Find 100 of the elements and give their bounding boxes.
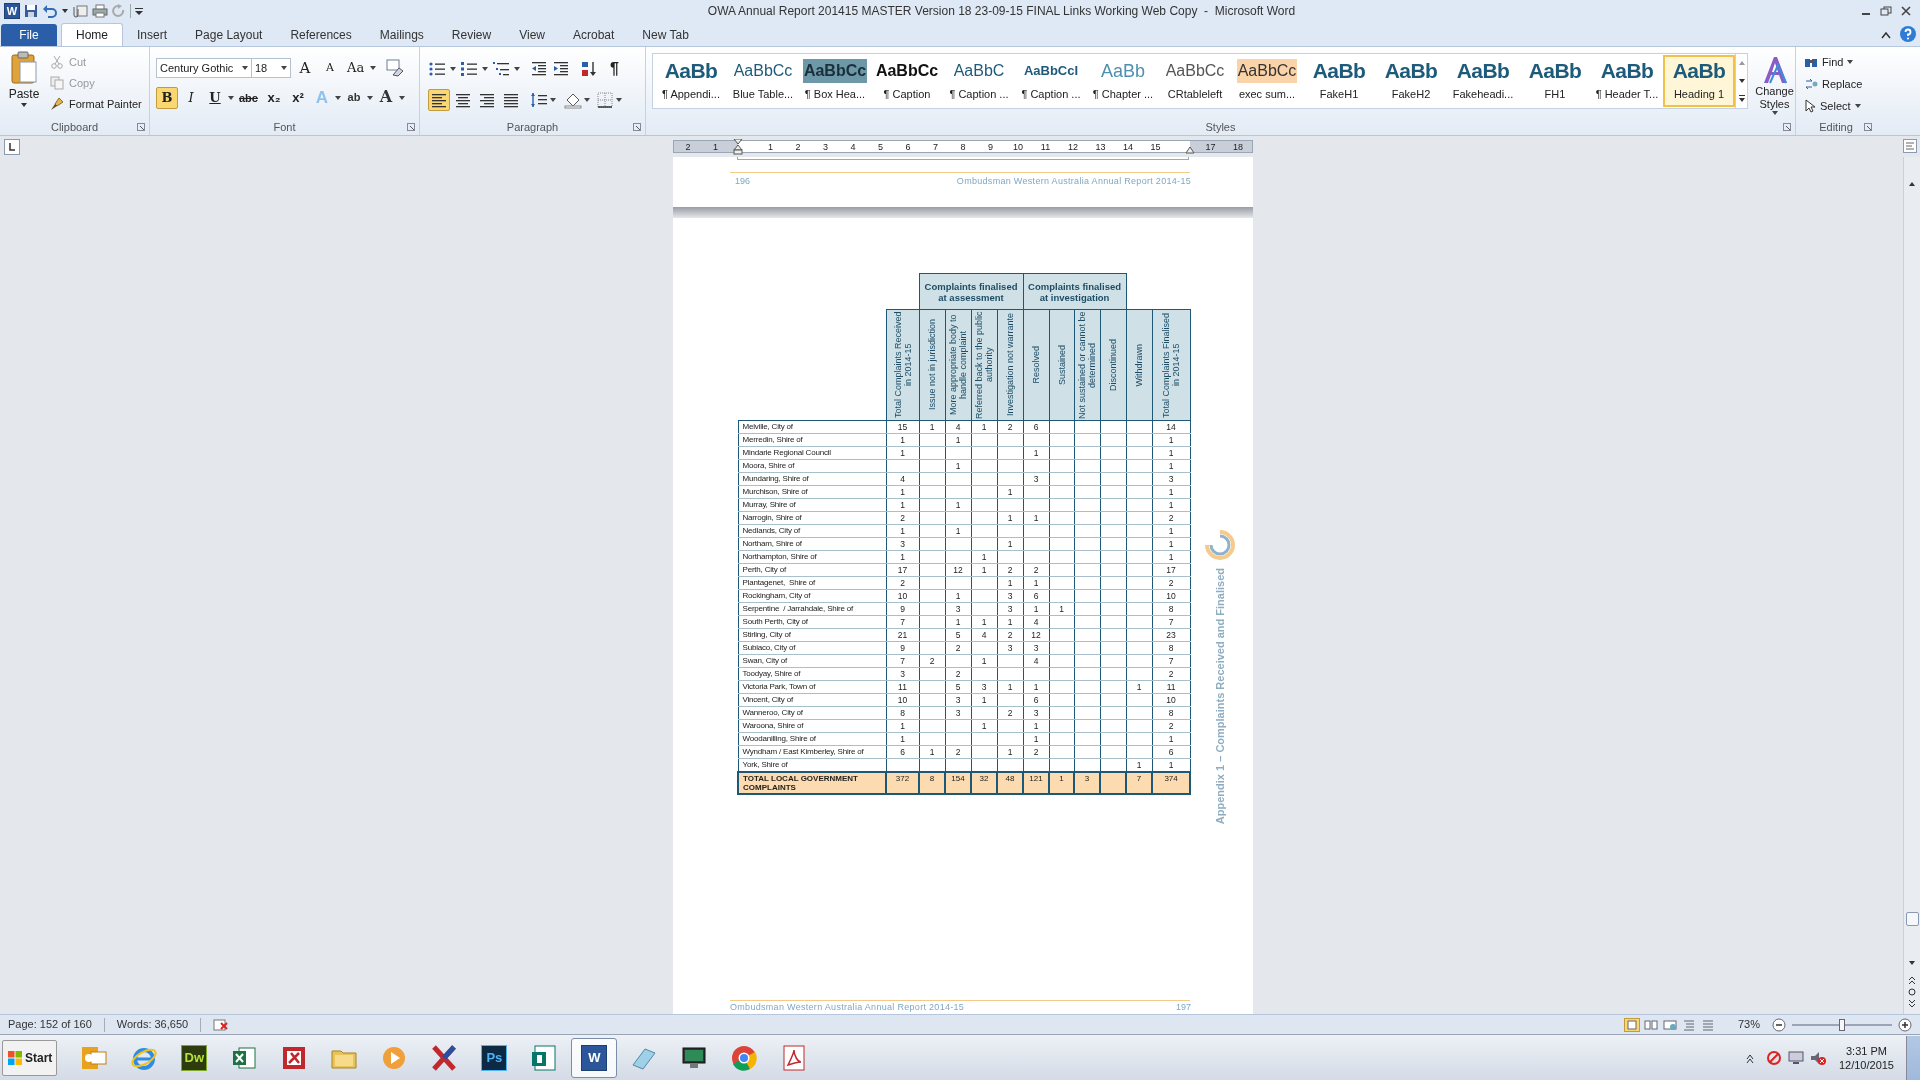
undo-icon[interactable] — [42, 4, 58, 18]
zoom-level[interactable]: 73% — [1737, 1016, 1760, 1033]
dropdown-caret-icon[interactable] — [62, 9, 68, 13]
bold-button[interactable]: B — [156, 87, 178, 109]
subscript-button[interactable]: x₂ — [262, 87, 285, 109]
style-item[interactable]: AaBb FakeH1 — [1303, 55, 1375, 107]
shrink-font-button[interactable]: A — [319, 57, 341, 79]
style-item[interactable]: AaBb FH1 — [1519, 55, 1591, 107]
taskbar-app-button[interactable]: Dw — [171, 1037, 218, 1078]
superscript-button[interactable]: x² — [286, 87, 309, 109]
customize-toolbar-icon[interactable] — [135, 7, 143, 15]
show-formatting-button[interactable]: ¶ — [610, 57, 619, 81]
ribbon-tab[interactable]: Home — [61, 23, 123, 46]
close-icon[interactable] — [1900, 6, 1912, 16]
select-button[interactable]: Select — [1804, 97, 1876, 115]
save-icon[interactable] — [24, 4, 38, 18]
dropdown-caret-icon[interactable] — [370, 66, 377, 70]
scrollbar-thumb[interactable] — [1905, 912, 1919, 926]
dropdown-caret-icon[interactable] — [1854, 104, 1861, 108]
dropdown-caret-icon[interactable] — [366, 96, 373, 100]
full-screen-reading-icon[interactable] — [1642, 1017, 1659, 1032]
replace-button[interactable]: Replace — [1804, 75, 1876, 93]
dropdown-caret-icon[interactable] — [550, 98, 556, 102]
vertical-scrollbar[interactable] — [1903, 157, 1920, 1014]
print-layout-icon[interactable] — [1623, 1017, 1640, 1032]
dropdown-caret-icon[interactable] — [450, 67, 456, 71]
restore-icon[interactable] — [1880, 6, 1892, 16]
web-layout-icon[interactable] — [1661, 1017, 1678, 1032]
dialog-launcher-icon[interactable] — [137, 123, 145, 131]
style-item[interactable]: AaBb ¶ Header T... — [1591, 55, 1663, 107]
decrease-indent-icon[interactable] — [530, 60, 548, 78]
font-name-field[interactable]: Century Gothic — [156, 58, 252, 78]
change-case-button[interactable]: Aa — [344, 57, 368, 79]
dialog-launcher-icon[interactable] — [633, 123, 641, 131]
horizontal-ruler[interactable]: 2 1 1 2 3 4 5 6 7 8 9 10 11 12 13 14 15 17 18 — [673, 140, 1253, 153]
tab-selector-icon[interactable] — [4, 139, 20, 155]
ribbon-tab[interactable]: Page Layout — [181, 23, 277, 46]
ribbon-tab[interactable]: Acrobat — [558, 23, 629, 46]
line-spacing-icon[interactable] — [530, 91, 548, 109]
indent-marker-icon[interactable] — [733, 139, 743, 155]
sort-icon[interactable] — [580, 60, 598, 78]
start-button[interactable]: Start — [2, 1039, 58, 1076]
ribbon-tab[interactable]: View — [505, 23, 559, 46]
file-tab[interactable]: File — [1, 24, 57, 46]
italic-button[interactable]: I — [180, 87, 202, 109]
paste-button[interactable]: Paste — [6, 51, 42, 119]
bullets-icon[interactable] — [428, 60, 446, 78]
dialog-launcher-icon[interactable] — [1783, 123, 1791, 131]
ribbon-tab[interactable]: Mailings — [365, 23, 438, 46]
format-painter-button[interactable]: Format Painter — [50, 95, 142, 113]
align-left-button[interactable] — [428, 89, 450, 111]
style-item[interactable]: AaBbCc ¶ Caption — [871, 55, 943, 107]
highlight-button[interactable]: ab — [342, 87, 365, 109]
dropdown-caret-icon[interactable] — [334, 96, 341, 100]
clock[interactable]: 3:31 PM 12/10/2015 — [1838, 1043, 1894, 1072]
zoom-slider-thumb[interactable] — [1839, 1018, 1845, 1031]
proofing-icon[interactable] — [213, 1017, 230, 1032]
right-indent-marker-icon[interactable] — [1185, 146, 1195, 154]
multilevel-list-icon[interactable] — [492, 60, 510, 78]
ribbon-tab[interactable]: References — [276, 23, 366, 46]
dropdown-caret-icon[interactable] — [1771, 111, 1778, 115]
style-item[interactable]: AaBb Fakeheadi... — [1447, 55, 1519, 107]
print-icon[interactable] — [92, 4, 108, 18]
font-size-field[interactable]: 18 — [251, 58, 291, 78]
ribbon-tab[interactable]: New Tab — [628, 23, 703, 46]
dialog-launcher-icon[interactable] — [1864, 123, 1872, 131]
shading-icon[interactable] — [564, 91, 582, 109]
show-desktop-button[interactable] — [1906, 1035, 1920, 1080]
style-item[interactable]: AaBb FakeH2 — [1375, 55, 1447, 107]
style-item[interactable]: AaBbCc exec sum... — [1231, 55, 1303, 107]
page-count[interactable]: Page: 152 of 160 — [8, 1016, 92, 1033]
underline-button[interactable]: U — [204, 87, 226, 109]
network-icon[interactable] — [1764, 1049, 1783, 1066]
help-icon[interactable] — [1900, 26, 1916, 42]
dropdown-caret-icon[interactable] — [281, 66, 287, 70]
browse-object-icon[interactable] — [1907, 986, 1917, 998]
change-styles-button[interactable]: Change Styles — [1754, 53, 1795, 115]
dropdown-caret-icon[interactable] — [482, 67, 488, 71]
style-item[interactable]: AaBb ¶ Chapter ... — [1087, 55, 1159, 107]
style-item[interactable]: AaBbCc Blue Table... — [727, 55, 799, 107]
view-ruler-icon[interactable] — [1903, 139, 1917, 153]
style-item[interactable]: AaBbC ¶ Caption ... — [943, 55, 1015, 107]
next-page-icon[interactable] — [1907, 998, 1917, 1010]
dropdown-caret-icon[interactable] — [616, 98, 622, 102]
font-color-button[interactable]: A — [374, 87, 397, 109]
style-item[interactable]: AaBbCcI ¶ Caption ... — [1015, 55, 1087, 107]
computer-icon[interactable] — [1786, 1049, 1805, 1066]
dialog-launcher-icon[interactable] — [407, 123, 415, 131]
grow-font-button[interactable]: A — [294, 57, 316, 79]
style-item[interactable]: AaBb ¶ Appendi... — [655, 55, 727, 107]
zoom-in-icon[interactable] — [1898, 1017, 1912, 1032]
dropdown-caret-icon[interactable] — [398, 96, 405, 100]
numbering-icon[interactable] — [460, 60, 478, 78]
dropdown-caret-icon[interactable] — [514, 67, 520, 71]
zoom-out-icon[interactable] — [1772, 1017, 1786, 1032]
taskbar-app-button[interactable]: W — [571, 1037, 618, 1078]
style-item[interactable]: AaBb Heading 1 — [1663, 55, 1735, 107]
strikethrough-button[interactable]: abc — [236, 87, 261, 109]
word-count[interactable]: Words: 36,650 — [116, 1016, 189, 1033]
clear-formatting-icon[interactable] — [385, 59, 406, 77]
